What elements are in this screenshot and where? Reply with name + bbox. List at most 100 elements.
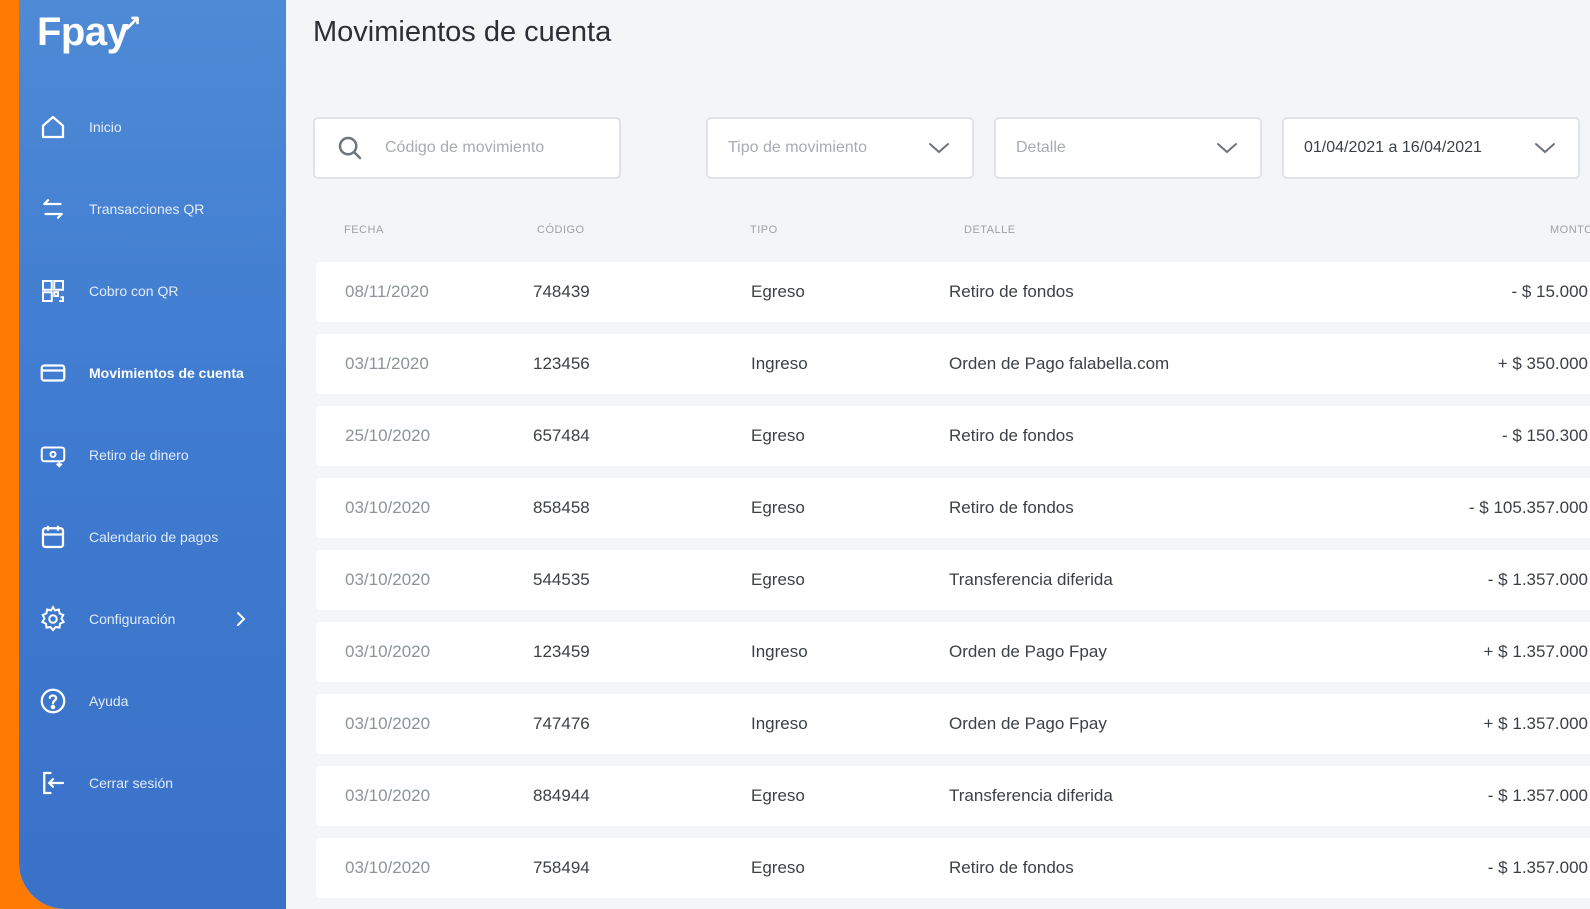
- search-input[interactable]: Código de movimiento: [313, 117, 621, 179]
- page-title: Movimientos de cuenta: [313, 16, 612, 48]
- home-icon: [37, 111, 69, 143]
- row-amount: + $ 350.000: [1497, 354, 1588, 373]
- row-code: 123456: [533, 354, 590, 373]
- swap-arrows-icon: [37, 193, 69, 225]
- date-range-select[interactable]: 01/04/2021 a 16/04/2021: [1282, 117, 1580, 179]
- chevron-down-icon: [929, 143, 949, 154]
- search-icon: [338, 136, 362, 160]
- table-row[interactable]: 03/10/2020 123459 Ingreso Orden de Pago …: [316, 622, 1590, 682]
- row-date: 03/11/2020: [345, 354, 429, 373]
- column-header-type[interactable]: TIPO: [750, 224, 778, 236]
- sidebar-item-label: Configuración: [89, 611, 176, 627]
- sidebar-item-cerrar-sesion[interactable]: Cerrar sesión: [19, 763, 286, 803]
- row-date: 03/10/2020: [345, 714, 431, 733]
- column-header-date[interactable]: FECHA: [344, 224, 384, 236]
- row-detail: Orden de Pago falabella.com: [949, 354, 1170, 373]
- row-amount: - $ 150.300: [1501, 426, 1588, 445]
- help-circle-icon: [37, 685, 69, 717]
- table-row[interactable]: 25/10/2020 657484 Egreso Retiro de fondo…: [316, 406, 1590, 466]
- calendar-icon: [37, 521, 69, 553]
- row-amount: - $ 105.357.000: [1468, 498, 1588, 517]
- qr-code-icon: [37, 275, 69, 307]
- sidebar-item-ayuda[interactable]: Ayuda: [19, 681, 286, 721]
- column-header-detail[interactable]: DETALLE: [964, 224, 1016, 236]
- sidebar-item-label: Movimientos de cuenta: [89, 365, 244, 381]
- sidebar-item-label: Inicio: [89, 119, 122, 135]
- row-detail: Orden de Pago Fpay: [949, 642, 1107, 661]
- chevron-down-icon: [1535, 143, 1555, 154]
- main-content: Movimientos de cuenta Código de movimien…: [286, 0, 1590, 909]
- sidebar-item-inicio[interactable]: Inicio: [19, 107, 286, 147]
- app-window: Fpay ↗ Inicio Transacciones QR Cobro con…: [19, 0, 1590, 909]
- table-row[interactable]: 03/11/2020 123456 Ingreso Orden de Pago …: [316, 334, 1590, 394]
- sidebar-item-label: Ayuda: [89, 693, 129, 709]
- sidebar: Fpay ↗ Inicio Transacciones QR Cobro con…: [19, 0, 286, 909]
- row-date: 03/10/2020: [345, 858, 431, 877]
- row-code: 748439: [533, 282, 590, 301]
- row-type: Ingreso: [751, 642, 808, 661]
- row-code: 884944: [533, 786, 590, 805]
- row-code: 544535: [533, 570, 590, 589]
- row-code: 747476: [533, 714, 590, 733]
- row-amount: - $ 15.000: [1511, 282, 1588, 301]
- row-amount: - $ 1.357.000: [1487, 786, 1588, 805]
- row-detail: Retiro de fondos: [949, 858, 1074, 877]
- row-detail: Retiro de fondos: [949, 282, 1074, 301]
- sidebar-item-label: Cerrar sesión: [89, 775, 174, 791]
- row-type: Ingreso: [751, 354, 808, 373]
- table-row[interactable]: 03/10/2020 758494 Egreso Retiro de fondo…: [316, 838, 1590, 898]
- sidebar-item-movimientos[interactable]: Movimientos de cuenta: [19, 353, 286, 393]
- table-row[interactable]: 08/11/2020 748439 Egreso Retiro de fondo…: [316, 262, 1590, 322]
- sidebar-item-label: Retiro de dinero: [89, 447, 189, 463]
- row-date: 03/10/2020: [345, 498, 431, 517]
- table-row[interactable]: 03/10/2020 858458 Egreso Retiro de fondo…: [316, 478, 1590, 538]
- row-amount: + $ 1.357.000: [1483, 642, 1588, 661]
- fpay-logo[interactable]: Fpay: [37, 10, 129, 55]
- row-detail: Transferencia diferida: [949, 570, 1113, 589]
- row-detail: Retiro de fondos: [949, 426, 1074, 445]
- row-date: 03/10/2020: [345, 570, 431, 589]
- sidebar-item-transacciones-qr[interactable]: Transacciones QR: [19, 189, 286, 229]
- row-detail: Retiro de fondos: [949, 498, 1074, 517]
- row-amount: + $ 1.357.000: [1483, 714, 1588, 733]
- row-amount: - $ 1.357.000: [1487, 858, 1588, 877]
- logo-arrow-icon: ↗: [123, 10, 142, 35]
- row-type: Egreso: [751, 498, 805, 517]
- detail-select[interactable]: Detalle: [994, 117, 1262, 179]
- date-range-value: 01/04/2021 a 16/04/2021: [1304, 139, 1482, 156]
- cash-withdraw-icon: [37, 439, 69, 471]
- card-icon: [37, 357, 69, 389]
- sidebar-item-configuracion[interactable]: Configuración: [19, 599, 286, 639]
- chevron-down-icon: [1217, 143, 1237, 154]
- row-type: Egreso: [751, 426, 805, 445]
- sidebar-item-calendario[interactable]: Calendario de pagos: [19, 517, 286, 557]
- movement-type-select[interactable]: Tipo de movimiento: [706, 117, 974, 179]
- chevron-right-icon: [237, 612, 246, 626]
- row-date: 03/10/2020: [345, 786, 431, 805]
- table-row[interactable]: 03/10/2020 747476 Ingreso Orden de Pago …: [316, 694, 1590, 754]
- table-row[interactable]: 03/10/2020 884944 Egreso Transferencia d…: [316, 766, 1590, 826]
- column-header-amount[interactable]: MONTO: [1550, 224, 1590, 236]
- sidebar-item-label: Calendario de pagos: [89, 529, 219, 545]
- row-code: 858458: [533, 498, 590, 517]
- logout-icon: [37, 767, 69, 799]
- table-row[interactable]: 03/10/2020 544535 Egreso Transferencia d…: [316, 550, 1590, 610]
- row-code: 758494: [533, 858, 590, 877]
- row-date: 03/10/2020: [345, 642, 431, 661]
- row-date: 08/11/2020: [345, 282, 429, 301]
- type-placeholder: Tipo de movimiento: [728, 139, 868, 156]
- row-detail: Transferencia diferida: [949, 786, 1113, 805]
- row-amount: - $ 1.357.000: [1487, 570, 1588, 589]
- row-code: 657484: [533, 426, 590, 445]
- row-type: Egreso: [751, 786, 805, 805]
- row-date: 25/10/2020: [345, 426, 431, 445]
- row-code: 123459: [533, 642, 590, 661]
- row-type: Ingreso: [751, 714, 808, 733]
- sidebar-item-cobro-con-qr[interactable]: Cobro con QR: [19, 271, 286, 311]
- column-header-code[interactable]: CÓDIGO: [537, 224, 585, 236]
- search-placeholder: Código de movimiento: [385, 139, 545, 156]
- row-detail: Orden de Pago Fpay: [949, 714, 1107, 733]
- row-type: Egreso: [751, 570, 805, 589]
- sidebar-item-retiro-dinero[interactable]: Retiro de dinero: [19, 435, 286, 475]
- detail-placeholder: Detalle: [1016, 139, 1066, 156]
